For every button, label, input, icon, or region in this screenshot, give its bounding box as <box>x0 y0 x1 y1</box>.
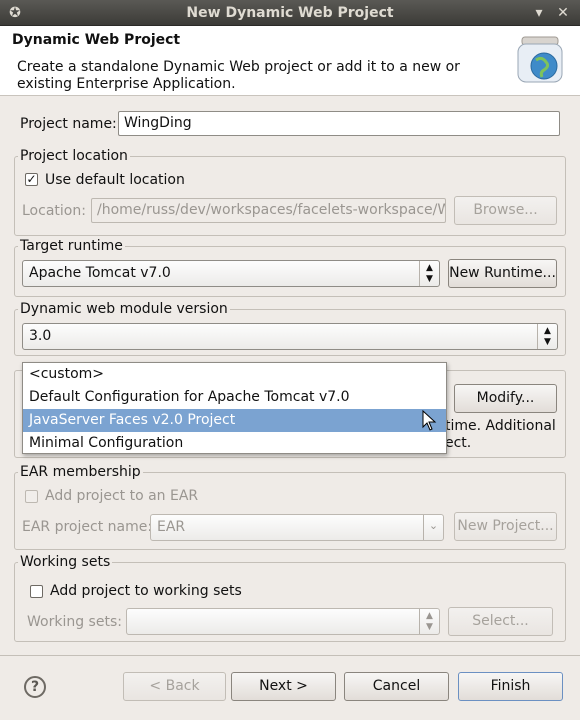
window-menu-icon[interactable]: ✪ <box>6 4 24 22</box>
finish-button[interactable]: Finish <box>458 672 563 701</box>
use-default-location-label: Use default location <box>45 172 185 188</box>
web-project-jar-icon <box>517 36 563 83</box>
configuration-description-tail-2: ect. <box>445 435 472 451</box>
project-location-group-label: Project location <box>18 148 130 164</box>
add-to-ear-label: Add project to an EAR <box>45 488 199 504</box>
updown-arrow-icon: ▲ ▼ <box>419 609 439 634</box>
module-version-value: 3.0 <box>29 328 52 344</box>
updown-arrow-icon: ▲ ▼ <box>419 261 439 286</box>
mouse-cursor-icon <box>422 410 437 431</box>
configuration-dropdown-list: <custom> Default Configuration for Apach… <box>22 362 447 454</box>
location-input[interactable]: /home/russ/dev/workspaces/facelets-works… <box>91 198 446 223</box>
ear-project-name-select[interactable]: EAR ⌄ <box>150 514 444 541</box>
new-ear-project-button[interactable]: New Project... <box>454 512 557 541</box>
add-to-working-sets-label: Add project to working sets <box>50 583 242 599</box>
help-icon[interactable]: ? <box>24 676 46 698</box>
module-version-group-label: Dynamic web module version <box>18 301 230 317</box>
use-default-location-checkbox[interactable]: ✓ <box>25 173 38 186</box>
modify-button[interactable]: Modify... <box>454 384 557 413</box>
project-name-label: Project name: <box>20 116 117 132</box>
working-sets-label: Working sets: <box>27 614 122 630</box>
close-icon[interactable]: ✕ <box>554 4 572 22</box>
new-runtime-button[interactable]: New Runtime... <box>448 259 557 288</box>
location-label: Location: <box>22 203 86 219</box>
project-name-input[interactable]: WingDing <box>118 111 560 136</box>
page-description: Create a standalone Dynamic Web project … <box>17 59 460 92</box>
title-bar: New Dynamic Web Project ✪ ▾ ✕ <box>0 0 580 26</box>
minimize-icon[interactable]: ▾ <box>530 4 548 22</box>
working-sets-group-label: Working sets <box>18 554 113 570</box>
target-runtime-group-label: Target runtime <box>18 238 125 254</box>
ear-membership-group-label: EAR membership <box>18 464 143 480</box>
select-working-sets-button[interactable]: Select... <box>448 607 553 636</box>
target-runtime-value: Apache Tomcat v7.0 <box>29 265 171 281</box>
working-sets-select[interactable]: ▲ ▼ <box>126 608 440 635</box>
chevron-down-icon: ⌄ <box>423 515 443 540</box>
ear-project-name-label: EAR project name: <box>22 519 153 535</box>
configuration-option[interactable]: <custom> <box>23 363 446 386</box>
wizard-header: Dynamic Web Project Create a standalone … <box>0 26 580 96</box>
module-version-select[interactable]: 3.0 ▲ ▼ <box>22 323 558 350</box>
configuration-option-selected[interactable]: JavaServer Faces v2.0 Project <box>23 409 446 432</box>
target-runtime-select[interactable]: Apache Tomcat v7.0 ▲ ▼ <box>22 260 440 287</box>
add-to-ear-checkbox[interactable] <box>25 490 38 503</box>
configuration-option[interactable]: Default Configuration for Apache Tomcat … <box>23 386 446 409</box>
window-title: New Dynamic Web Project <box>186 5 394 21</box>
add-to-working-sets-checkbox[interactable] <box>30 585 43 598</box>
footer-separator <box>0 655 580 656</box>
next-button[interactable]: Next > <box>231 672 336 701</box>
updown-arrow-icon: ▲ ▼ <box>537 324 557 349</box>
cancel-button[interactable]: Cancel <box>344 672 449 701</box>
page-title: Dynamic Web Project <box>12 32 181 48</box>
configuration-description-tail-1: time. Additional <box>445 418 556 434</box>
ear-project-name-value: EAR <box>157 519 186 535</box>
back-button[interactable]: < Back <box>123 672 226 701</box>
browse-button[interactable]: Browse... <box>454 196 557 225</box>
configuration-option[interactable]: Minimal Configuration <box>23 432 446 455</box>
